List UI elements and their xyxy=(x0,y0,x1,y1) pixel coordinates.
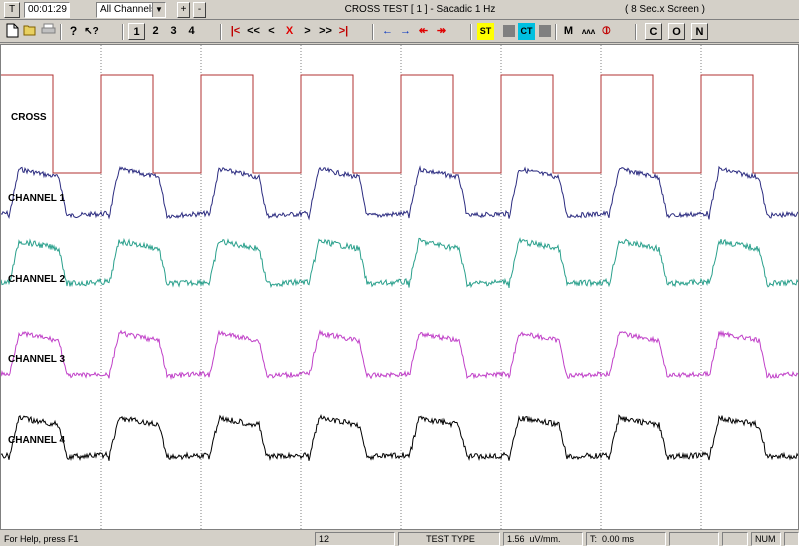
o-button[interactable]: O xyxy=(668,23,685,40)
channel-4-label: CHANNEL 4 xyxy=(8,435,66,446)
arrow-left-red-icon[interactable]: ↞ xyxy=(415,23,432,40)
channel-2-label: CHANNEL 2 xyxy=(8,274,66,285)
screen-info: ( 8 Sec.x Screen ) xyxy=(624,4,706,15)
channel-1-button[interactable]: 1 xyxy=(128,23,145,40)
time-value: 0.00 ms xyxy=(602,534,635,544)
time-label: T: xyxy=(590,534,598,544)
channel-select-value: All Channels xyxy=(100,4,157,15)
stop-icon[interactable]: X xyxy=(281,23,298,40)
top-control-bar: T 00:01:29 All Channels ▼ + - CROSS TEST… xyxy=(0,0,799,20)
channel-4-button[interactable]: 4 xyxy=(183,23,200,40)
open-folder-icon[interactable] xyxy=(22,23,39,40)
first-page-icon[interactable]: |< xyxy=(227,23,244,40)
minus-button[interactable]: - xyxy=(193,2,206,18)
signal-plot-area[interactable]: CROSS CHANNEL 1 CHANNEL 2 CHANNEL 3 CHAN… xyxy=(0,44,799,530)
channel-3-label: CHANNEL 3 xyxy=(8,354,66,365)
context-help-icon[interactable]: ↖? xyxy=(83,23,100,40)
separator xyxy=(220,24,222,40)
separator xyxy=(470,24,472,40)
status-time: T: 0.00 ms xyxy=(586,532,666,546)
ct-button[interactable]: CT xyxy=(518,23,535,40)
separator xyxy=(122,24,124,40)
timer-display: 00:01:29 xyxy=(24,2,70,18)
channel-2-trace xyxy=(0,237,799,289)
signal-plot-svg xyxy=(0,45,799,529)
channel-1-label: CHANNEL 1 xyxy=(8,193,66,204)
arrow-left-blue-icon[interactable]: ← xyxy=(379,23,396,40)
status-empty-2 xyxy=(722,532,748,546)
chevron-down-icon[interactable]: ▼ xyxy=(152,3,165,17)
t-button[interactable]: T xyxy=(4,2,20,18)
separator xyxy=(555,24,557,40)
status-help: For Help, press F1 xyxy=(4,534,79,544)
help-icon[interactable]: ? xyxy=(65,23,82,40)
status-num: NUM xyxy=(751,532,781,546)
separator xyxy=(635,24,637,40)
channel-2-button[interactable]: 2 xyxy=(147,23,164,40)
n-button[interactable]: N xyxy=(691,23,708,40)
gray-square-icon[interactable] xyxy=(536,23,553,40)
last-page-icon[interactable]: >| xyxy=(335,23,352,40)
plus-button[interactable]: + xyxy=(177,2,190,18)
window-title: CROSS TEST [ 1 ] - Sacadic 1 Hz xyxy=(344,4,496,15)
channel-3-button[interactable]: 3 xyxy=(165,23,182,40)
print-icon[interactable] xyxy=(40,23,57,40)
status-empty-3 xyxy=(784,532,799,546)
toolbar: ? ↖? 1 2 3 4 |< << < X > >> >| ← → ↞ ↠ S… xyxy=(0,21,799,43)
cross-label: CROSS xyxy=(11,112,47,123)
waveform-icon[interactable]: ʌʌʌ xyxy=(580,23,597,40)
back-icon[interactable]: < xyxy=(263,23,280,40)
fast-forward-icon[interactable]: >> xyxy=(317,23,334,40)
separator xyxy=(60,24,62,40)
status-count: 12 xyxy=(315,532,395,546)
cross-trace xyxy=(1,74,799,174)
status-test-type: TEST TYPE xyxy=(398,532,500,546)
forward-icon[interactable]: > xyxy=(299,23,316,40)
status-empty-1 xyxy=(669,532,719,546)
gray-square-icon[interactable] xyxy=(500,23,517,40)
fast-rewind-icon[interactable]: << xyxy=(245,23,262,40)
status-gain: 1.56 uV/mm. xyxy=(503,532,583,546)
record-icon[interactable]: ⦶ xyxy=(598,23,615,40)
channel-3-trace xyxy=(0,329,799,381)
channel-select[interactable]: All Channels ▼ xyxy=(96,2,166,18)
channel-4-trace xyxy=(0,413,799,462)
channel-1-trace xyxy=(0,165,799,221)
c-button[interactable]: C xyxy=(645,23,662,40)
gain-unit: uV/mm. xyxy=(529,534,561,544)
arrow-right-red-icon[interactable]: ↠ xyxy=(433,23,450,40)
app-window: T 00:01:29 All Channels ▼ + - CROSS TEST… xyxy=(0,0,799,546)
separator xyxy=(372,24,374,40)
st-button[interactable]: ST xyxy=(477,23,494,40)
arrow-right-blue-icon[interactable]: → xyxy=(397,23,414,40)
status-bar: For Help, press F1 12 TEST TYPE 1.56 uV/… xyxy=(0,531,799,546)
m-button[interactable]: M xyxy=(560,23,577,40)
new-file-icon[interactable] xyxy=(4,23,21,40)
gain-value: 1.56 xyxy=(507,534,525,544)
